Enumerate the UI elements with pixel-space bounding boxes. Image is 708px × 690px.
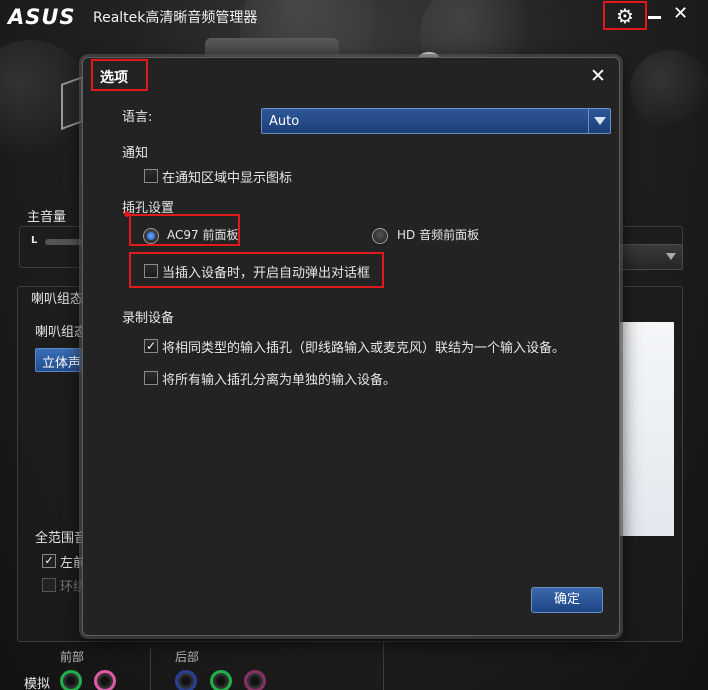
options-dialog: 选项 ✕ 语言: Auto 通知 在通知区域中显示图标 插孔设置 AC97 前面…: [82, 57, 620, 636]
chevron-down-icon: [666, 253, 676, 260]
separate-inputs-checkbox[interactable]: [144, 371, 158, 385]
dialog-title: 选项: [100, 70, 128, 86]
notification-heading: 通知: [122, 146, 149, 161]
language-select[interactable]: Auto: [261, 108, 611, 134]
front-jack-pink[interactable]: [94, 670, 116, 690]
asus-logo: ASUS: [8, 5, 76, 29]
laptop-icon: [61, 75, 83, 131]
full-range-label: 全范围音: [35, 531, 88, 546]
recording-heading: 录制设备: [122, 311, 175, 326]
show-icon-label[interactable]: 在通知区域中显示图标: [162, 167, 292, 186]
gear-icon: ⚙: [616, 4, 634, 28]
front-jacks-label: 前部: [60, 650, 85, 664]
front-lr-checkbox[interactable]: ✓: [42, 554, 56, 568]
hd-audio-label[interactable]: HD 音频前面板: [397, 226, 479, 243]
decor-bubble: [630, 50, 708, 130]
volume-slider[interactable]: [45, 239, 85, 245]
main-volume-label: 主音量: [27, 210, 67, 225]
tab-speaker-config[interactable]: 喇叭组态: [31, 288, 83, 307]
channel-label-l: L: [31, 235, 38, 246]
rear-jack-blue[interactable]: [175, 670, 197, 690]
front-jack-green[interactable]: [60, 670, 82, 690]
minimize-icon[interactable]: [648, 16, 661, 19]
close-icon[interactable]: ✕: [673, 3, 688, 24]
jack-divider: [150, 648, 151, 690]
language-dropdown-button[interactable]: [588, 109, 610, 133]
separate-inputs-label[interactable]: 将所有输入插孔分离为单独的输入设备。: [162, 369, 396, 388]
rear-jacks-label: 后部: [175, 650, 200, 664]
dialog-title-highlight: 选项: [91, 59, 148, 91]
language-value: Auto: [269, 114, 300, 129]
analog-label: 模拟: [24, 677, 51, 690]
app-title: Realtek高清晰音频管理器: [93, 10, 258, 26]
hd-audio-radio[interactable]: [372, 228, 388, 244]
speaker-preview: [620, 322, 674, 536]
surround-checkbox[interactable]: [42, 578, 56, 592]
jack-divider: [383, 642, 384, 690]
ac97-label[interactable]: AC97 前面板: [167, 226, 238, 243]
settings-button[interactable]: ⚙: [603, 1, 647, 30]
auto-popup-label[interactable]: 当插入设备时，开启自动弹出对话框: [162, 262, 370, 281]
device-dropdown[interactable]: [615, 244, 683, 270]
ok-button[interactable]: 确定: [531, 587, 603, 613]
auto-popup-checkbox[interactable]: [144, 264, 158, 278]
combine-inputs-label[interactable]: 将相同类型的输入插孔（即线路输入或麦克风）联结为一个输入设备。: [162, 337, 565, 356]
ac97-radio[interactable]: [143, 228, 159, 244]
speaker-config-label: 喇叭组态: [35, 325, 88, 340]
show-icon-checkbox[interactable]: [144, 169, 158, 183]
chevron-down-icon: [594, 117, 606, 125]
title-bar: ASUS Realtek高清晰音频管理器 ⚙ ✕: [0, 0, 708, 32]
rear-jack-pink[interactable]: [244, 670, 266, 690]
close-icon[interactable]: ✕: [590, 65, 606, 87]
main-window: ASUS Realtek高清晰音频管理器 ⚙ ✕ 主音量 L 喇叭组态 喇叭组态…: [0, 0, 708, 690]
rear-jack-green[interactable]: [210, 670, 232, 690]
language-label: 语言:: [122, 110, 153, 125]
combine-inputs-checkbox[interactable]: ✓: [144, 339, 158, 353]
